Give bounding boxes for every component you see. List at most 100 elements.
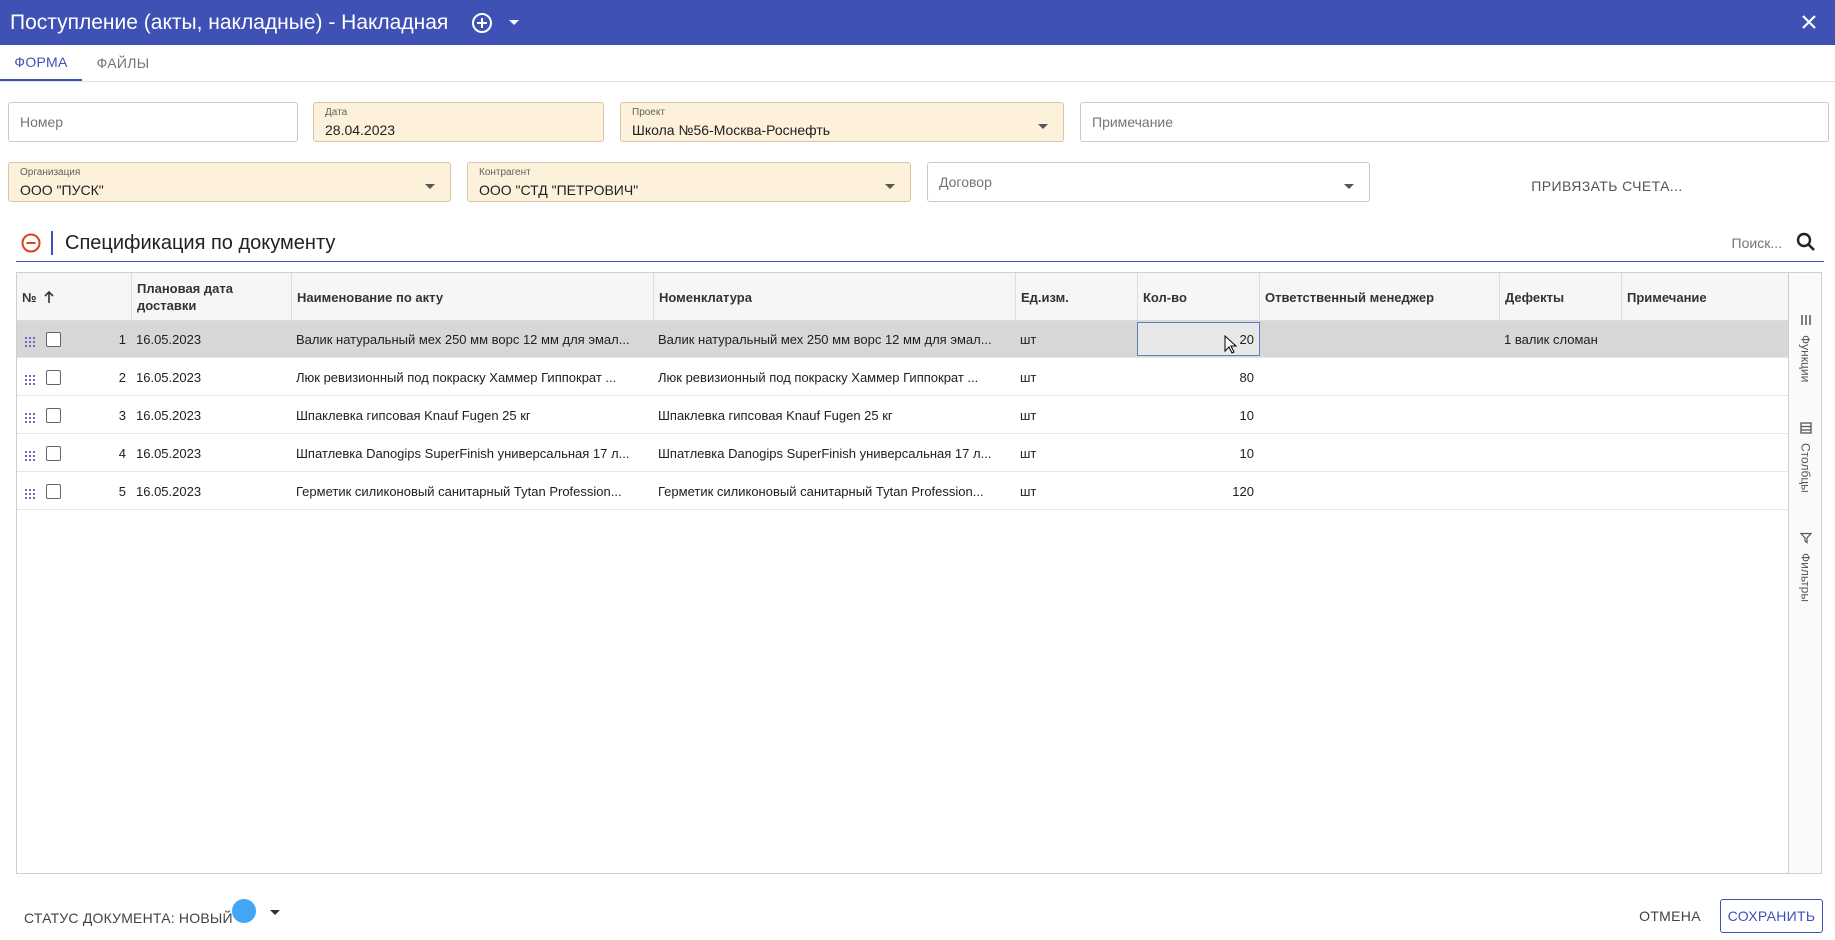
note-field[interactable]: Примечание xyxy=(1080,102,1829,142)
side-tab-columns[interactable]: Столбцы xyxy=(1789,421,1822,493)
link-invoices-button[interactable]: ПРИВЯЗАТЬ СЧЕТА... xyxy=(1512,172,1702,200)
counterparty-select[interactable]: Контрагент ООО "СТД "ПЕТРОВИЧ" xyxy=(467,162,911,202)
status-dropdown-icon[interactable] xyxy=(268,905,284,917)
table-row[interactable]: 3 16.05.2023 Шпаклевка гипсовая Knauf Fu… xyxy=(17,397,1788,434)
columns-icon xyxy=(1799,421,1812,439)
spec-title: Спецификация по документу xyxy=(65,232,336,254)
row-defects[interactable] xyxy=(1499,435,1621,472)
row-nomenclature[interactable]: Шпаклевка гипсовая Knauf Fugen 25 кг xyxy=(653,397,1015,434)
column-header-defects[interactable]: Дефекты xyxy=(1499,273,1621,321)
row-manager[interactable] xyxy=(1259,397,1499,434)
row-note[interactable] xyxy=(1621,473,1788,510)
row-checkbox[interactable] xyxy=(46,332,61,347)
dropdown-arrow-icon[interactable] xyxy=(884,178,898,189)
table-row[interactable]: 5 16.05.2023 Герметик силиконовый санита… xyxy=(17,473,1788,510)
side-tab-filters[interactable]: Фильтры xyxy=(1789,531,1822,602)
row-delivery-date[interactable]: 16.05.2023 xyxy=(131,473,291,510)
drag-handle-icon[interactable] xyxy=(25,372,37,385)
column-header-label: Ед.изм. xyxy=(1021,289,1069,305)
dropdown-arrow-icon[interactable] xyxy=(1037,118,1051,129)
row-checkbox[interactable] xyxy=(46,484,61,499)
cancel-button[interactable]: ОТМЕНА xyxy=(1632,900,1708,932)
close-icon[interactable] xyxy=(1797,10,1821,34)
row-act-name-text: Шпатлевка Danogips SuperFinish универсал… xyxy=(296,446,630,461)
column-header-number[interactable]: № xyxy=(17,273,131,321)
grid-header: № Плановая дата доставки Наименование по… xyxy=(17,273,1788,321)
search-icon[interactable] xyxy=(1796,232,1818,254)
save-button[interactable]: СОХРАНИТЬ xyxy=(1720,899,1823,933)
row-note[interactable] xyxy=(1621,435,1788,472)
column-header-manager[interactable]: Ответственный менеджер xyxy=(1259,273,1499,321)
row-note[interactable] xyxy=(1621,321,1788,358)
row-act-name[interactable]: Люк ревизионный под покраску Хаммер Гипп… xyxy=(291,359,653,396)
row-act-name[interactable]: Герметик силиконовый санитарный Tytan Pr… xyxy=(291,473,653,510)
column-header-nomenclature[interactable]: Номенклатура xyxy=(653,273,1015,321)
column-header-act-name[interactable]: Наименование по акту xyxy=(291,273,653,321)
dropdown-arrow-icon[interactable] xyxy=(424,178,438,189)
table-row[interactable]: 1 16.05.2023 Валик натуральный мех 250 м… xyxy=(17,321,1788,358)
row-act-name-text: Люк ревизионный под покраску Хаммер Гипп… xyxy=(296,370,617,385)
project-select[interactable]: Проект Школа №56-Москва-Роснефть xyxy=(620,102,1064,142)
caret-down-icon[interactable] xyxy=(504,11,524,35)
row-delivery-date[interactable]: 16.05.2023 xyxy=(131,397,291,434)
row-checkbox[interactable] xyxy=(46,408,61,423)
column-header-unit[interactable]: Ед.изм. xyxy=(1015,273,1137,321)
row-act-name[interactable]: Шпаклевка гипсовая Knauf Fugen 25 кг xyxy=(291,397,653,434)
row-unit[interactable]: шт xyxy=(1015,473,1137,510)
row-qty[interactable]: 10 xyxy=(1137,397,1259,434)
column-header-qty[interactable]: Кол-во xyxy=(1137,273,1259,321)
spec-section-header: Спецификация по документу xyxy=(16,226,1824,262)
row-nomenclature[interactable]: Валик натуральный мех 250 мм ворс 12 мм … xyxy=(653,321,1015,358)
number-field[interactable]: Номер xyxy=(8,102,298,142)
row-qty-editor[interactable]: 20 xyxy=(1137,322,1260,356)
row-defects[interactable] xyxy=(1499,359,1621,396)
spec-search-input[interactable] xyxy=(1664,231,1784,255)
row-note[interactable] xyxy=(1621,397,1788,434)
row-act-name[interactable]: Валик натуральный мех 250 мм ворс 12 мм … xyxy=(291,321,653,358)
title-bar: Поступление (акты, накладные) - Накладна… xyxy=(0,0,1835,45)
sort-ascending-icon[interactable] xyxy=(43,290,55,304)
column-header-delivery-date[interactable]: Плановая дата доставки xyxy=(131,273,291,321)
row-unit[interactable]: шт xyxy=(1015,359,1137,396)
row-manager[interactable] xyxy=(1259,435,1499,472)
row-delivery-date[interactable]: 16.05.2023 xyxy=(131,359,291,396)
column-header-note[interactable]: Примечание xyxy=(1621,273,1788,321)
table-row[interactable]: 2 16.05.2023 Люк ревизионный под покраск… xyxy=(17,359,1788,396)
table-row[interactable]: 4 16.05.2023 Шпатлевка Danogips SuperFin… xyxy=(17,435,1788,472)
drag-handle-icon[interactable] xyxy=(25,486,37,499)
drag-handle-icon[interactable] xyxy=(25,410,37,423)
row-manager[interactable] xyxy=(1259,473,1499,510)
row-note[interactable] xyxy=(1621,359,1788,396)
tab-form[interactable]: ФОРМА xyxy=(0,45,82,81)
drag-handle-icon[interactable] xyxy=(25,334,37,347)
tab-files[interactable]: ФАЙЛЫ xyxy=(82,45,164,81)
row-manager[interactable] xyxy=(1259,321,1499,358)
row-nomenclature[interactable]: Герметик силиконовый санитарный Tytan Pr… xyxy=(653,473,1015,510)
row-delivery-date[interactable]: 16.05.2023 xyxy=(131,321,291,358)
contract-select[interactable]: Договор xyxy=(927,162,1370,202)
row-checkbox[interactable] xyxy=(46,370,61,385)
side-tab-functions[interactable]: Функции xyxy=(1789,313,1822,382)
row-act-name[interactable]: Шпатлевка Danogips SuperFinish универсал… xyxy=(291,435,653,472)
row-unit[interactable]: шт xyxy=(1015,435,1137,472)
drag-handle-icon[interactable] xyxy=(25,448,37,461)
row-manager[interactable] xyxy=(1259,359,1499,396)
add-circle-icon[interactable] xyxy=(470,11,494,35)
collapse-minus-icon[interactable] xyxy=(20,232,42,254)
row-nomenclature[interactable]: Шпатлевка Danogips SuperFinish универсал… xyxy=(653,435,1015,472)
row-qty[interactable]: 80 xyxy=(1137,359,1259,396)
row-unit[interactable]: шт xyxy=(1015,321,1137,358)
project-label: Проект xyxy=(632,107,665,118)
row-defects[interactable]: 1 валик сломан xyxy=(1499,321,1621,358)
dropdown-arrow-icon[interactable] xyxy=(1343,178,1357,189)
row-defects[interactable] xyxy=(1499,473,1621,510)
organization-select[interactable]: Организация ООО "ПУСК" xyxy=(8,162,451,202)
date-field[interactable]: Дата 28.04.2023 xyxy=(313,102,604,142)
row-nomenclature[interactable]: Люк ревизионный под покраску Хаммер Гипп… xyxy=(653,359,1015,396)
row-unit[interactable]: шт xyxy=(1015,397,1137,434)
row-defects[interactable] xyxy=(1499,397,1621,434)
row-delivery-date[interactable]: 16.05.2023 xyxy=(131,435,291,472)
row-qty[interactable]: 10 xyxy=(1137,435,1259,472)
row-checkbox[interactable] xyxy=(46,446,61,461)
row-qty[interactable]: 120 xyxy=(1137,473,1259,510)
